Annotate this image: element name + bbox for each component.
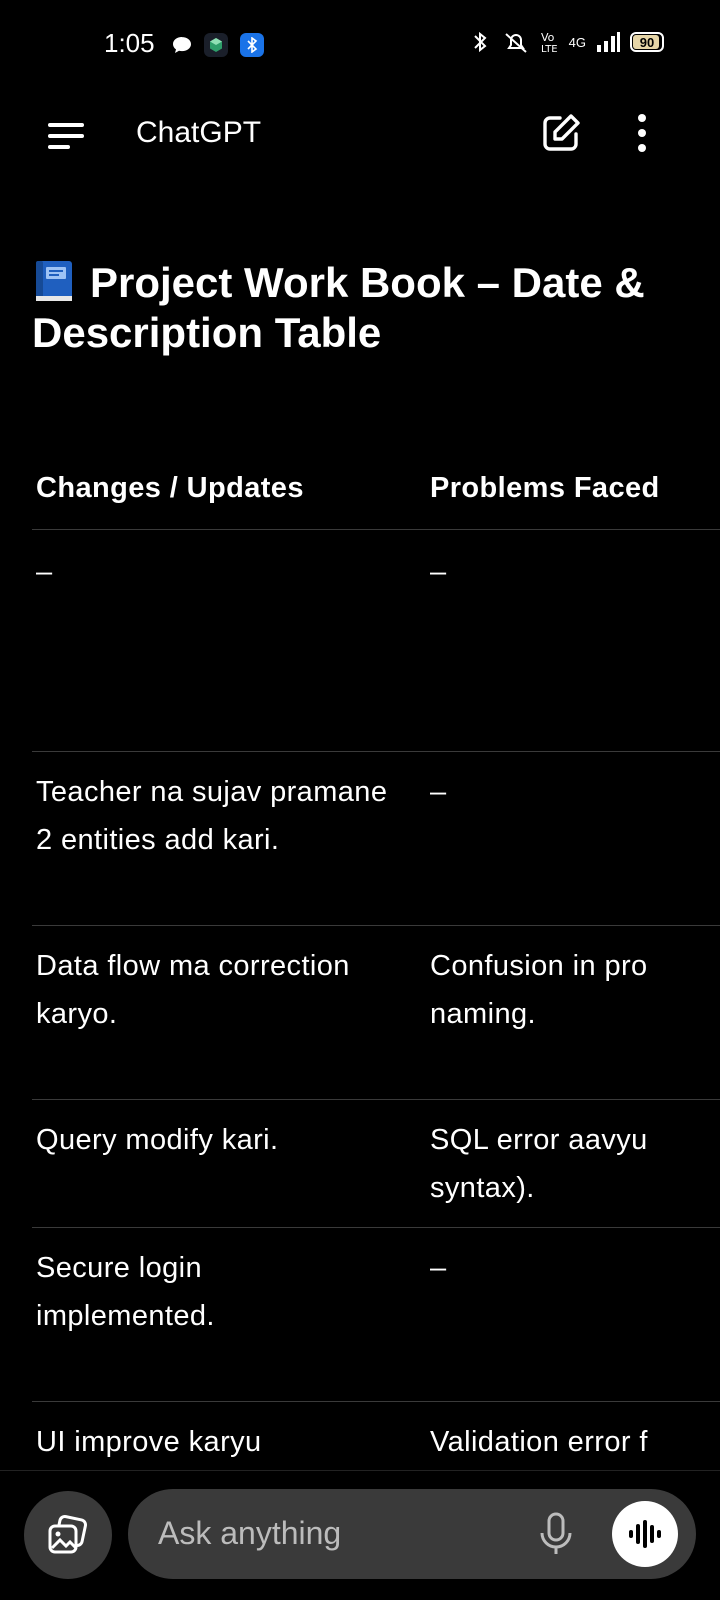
- cell-problems: Validation error f: [430, 1426, 648, 1458]
- microphone-icon[interactable]: [536, 1511, 576, 1557]
- bluetooth-app-icon: [240, 33, 264, 57]
- bluetooth-icon: [473, 31, 487, 53]
- cell-changes: UI improve karyu: [36, 1426, 262, 1458]
- cell-changes: Data flow ma correction karyo.: [36, 950, 350, 1030]
- svg-text:LTE: LTE: [541, 44, 558, 54]
- image-gallery-icon: [48, 1515, 87, 1554]
- menu-icon[interactable]: [48, 120, 88, 150]
- chat-bubble-icon: [170, 33, 194, 57]
- table-row: Secure login implemented. –: [32, 1228, 720, 1402]
- cell-changes: –: [36, 556, 53, 588]
- column-header-problems: Problems Faced: [430, 472, 660, 504]
- cell-problems: –: [430, 1252, 447, 1284]
- voice-waveform-icon: [629, 1520, 661, 1548]
- svg-text:Vo: Vo: [541, 31, 555, 44]
- blue-book-icon: [36, 261, 72, 301]
- signal-icon: [597, 32, 620, 52]
- message-input-container: [128, 1489, 696, 1579]
- cell-problems: –: [430, 556, 447, 588]
- volte-icon: VoLTE: [541, 31, 558, 54]
- more-options-icon[interactable]: [632, 112, 652, 154]
- composer-bar: [0, 1470, 720, 1600]
- app-title: ChatGPT: [136, 116, 262, 149]
- new-chat-icon[interactable]: [540, 112, 582, 154]
- status-time: 1:05: [104, 28, 155, 58]
- table-row: Query modify kari. SQL error aavyu synta…: [32, 1100, 720, 1228]
- document-title-text: Project Work Book – Date & Description T…: [32, 259, 645, 356]
- network-type: 4G: [568, 34, 586, 50]
- column-header-changes: Changes / Updates: [36, 472, 304, 504]
- status-icons: Vo LTE 4G 90: [471, 30, 664, 54]
- document-title: Project Work Book – Date & Description T…: [32, 258, 692, 358]
- attach-image-button[interactable]: [24, 1491, 112, 1579]
- table-header-row: Changes / Updates Problems Faced: [32, 450, 720, 530]
- data-table[interactable]: Changes / Updates Problems Faced – – Tea…: [32, 450, 720, 1470]
- mute-bell-icon: [504, 33, 527, 53]
- table-row: – –: [32, 530, 720, 752]
- app-header: ChatGPT: [0, 96, 720, 180]
- status-bar: 1:05 Vo LTE 4G 90: [0, 0, 720, 90]
- cell-problems: –: [430, 776, 447, 808]
- cell-changes: Query modify kari.: [36, 1124, 279, 1156]
- table-row: Teacher na sujav pramane 2 entities add …: [32, 752, 720, 926]
- cell-changes: Secure login implemented.: [36, 1252, 215, 1332]
- message-input[interactable]: [158, 1511, 498, 1555]
- table-row: Data flow ma correction karyo. Confusion…: [32, 926, 720, 1100]
- voice-mode-button[interactable]: [612, 1501, 678, 1567]
- battery-icon: 90: [630, 32, 664, 52]
- table-row: UI improve karyu Validation error f: [32, 1402, 720, 1470]
- cell-changes: Teacher na sujav pramane 2 entities add …: [36, 776, 388, 856]
- cell-problems: SQL error aavyu syntax).: [430, 1124, 648, 1204]
- cell-problems: Confusion in pro naming.: [430, 950, 648, 1030]
- cube-app-icon: [204, 33, 228, 57]
